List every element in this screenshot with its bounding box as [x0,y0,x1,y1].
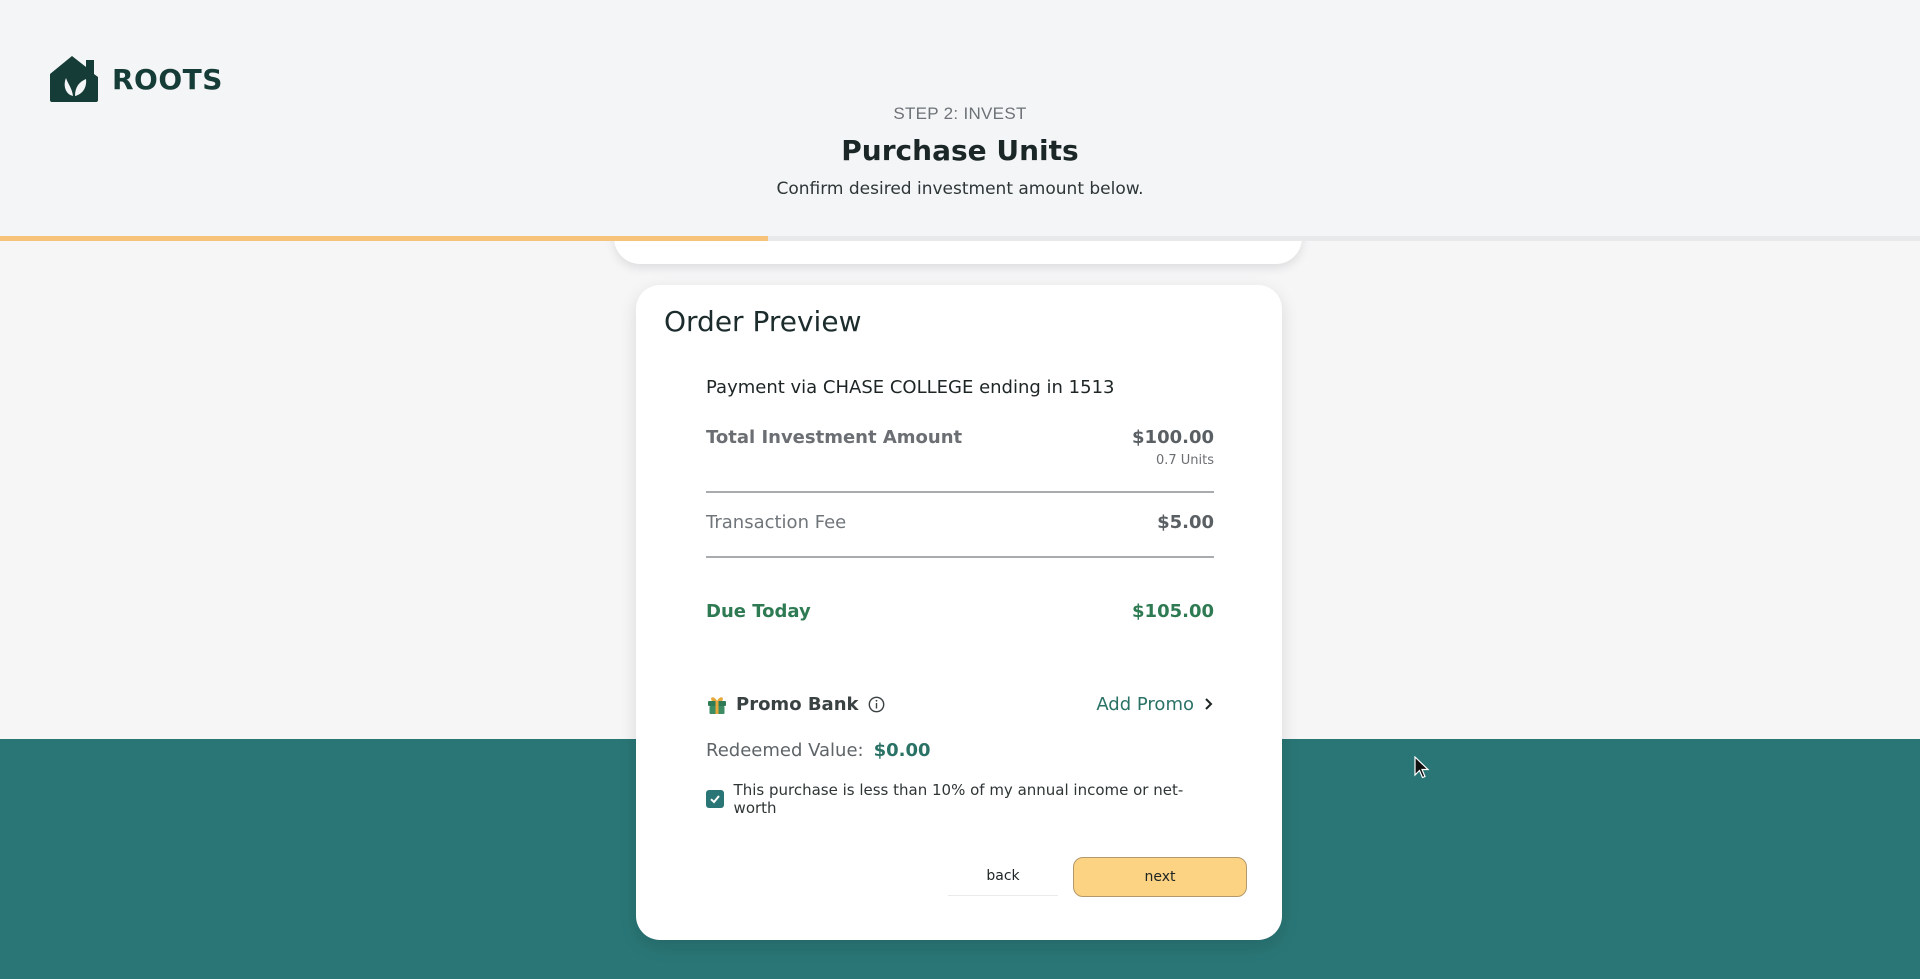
checkmark-icon [710,795,720,804]
transaction-fee-label: Transaction Fee [706,512,847,533]
promo-bank-row: Promo Bank Add Promo [706,693,1214,715]
total-investment-value: $100.00 [1132,427,1214,448]
due-today-row: Due Today $105.00 [706,601,1214,622]
step-label: STEP 2: INVEST [893,104,1027,123]
units-text: 0.7 Units [1155,453,1214,468]
progress-fill [0,236,768,241]
income-confirmation-label: This purchase is less than 10% of my ann… [733,781,1184,817]
page-title: Purchase Units [841,134,1079,167]
order-preview-title: Order Preview [664,305,862,338]
back-button[interactable]: back [948,857,1058,896]
brand-name: ROOTS [112,62,223,96]
mouse-cursor-icon [1414,756,1430,779]
redeemed-value-row: Redeemed Value: $0.00 [706,740,931,761]
add-promo-button[interactable]: Add Promo [1096,694,1214,715]
chevron-right-icon [1205,698,1213,710]
order-preview-card: Order Preview Payment via CHASE COLLEGE … [636,285,1282,940]
info-icon[interactable] [868,696,885,713]
promo-bank: Promo Bank [706,693,885,715]
redeemed-value-amount: $0.00 [873,740,931,761]
brand-logo[interactable]: ROOTS [46,54,223,104]
due-today-value: $105.00 [1132,601,1214,622]
total-investment-row: Total Investment Amount $100.00 [706,427,1214,448]
divider [706,556,1214,558]
transaction-fee-value: $5.00 [1157,512,1214,533]
progress-bar [0,236,1920,241]
income-confirmation-row: This purchase is less than 10% of my ann… [706,781,1214,817]
add-promo-label: Add Promo [1096,693,1194,715]
gift-icon [708,697,726,714]
divider [706,491,1214,493]
promo-bank-label: Promo Bank [736,693,859,715]
redeemed-value-label: Redeemed Value: [706,740,864,761]
page-subtitle: Confirm desired investment amount below. [776,179,1144,199]
payment-method-text: Payment via CHASE COLLEGE ending in 1513 [706,377,1115,398]
house-leaf-logo-icon [50,56,98,102]
step-header: STEP 2: INVEST Purchase Units Confirm de… [0,104,1920,199]
total-investment-label: Total Investment Amount [706,427,963,448]
income-confirmation-checkbox[interactable] [706,790,724,808]
transaction-fee-row: Transaction Fee $5.00 [706,512,1214,533]
due-today-label: Due Today [706,601,811,622]
next-button[interactable]: next [1073,857,1247,897]
